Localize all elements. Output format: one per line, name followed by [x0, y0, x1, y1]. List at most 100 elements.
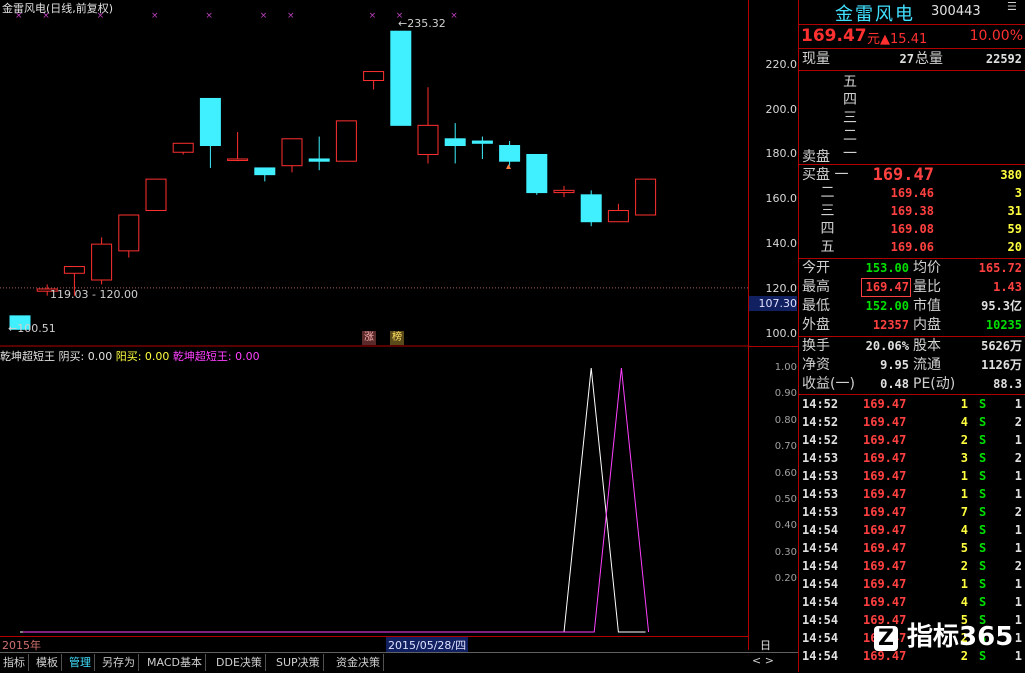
last-price: 169.47 — [801, 26, 867, 46]
tick-price: 169.47 — [863, 397, 907, 411]
tick-row: 14:54 169.47 4 S 1 — [799, 521, 1025, 539]
chevron-right-icon[interactable]: > — [765, 654, 774, 667]
stat-value: 88.3 — [993, 377, 1022, 391]
tab-5[interactable]: DDE决策 — [213, 654, 266, 671]
badge-list[interactable]: 榜 — [390, 331, 404, 345]
buy-level-price: 169.08 — [890, 222, 934, 236]
tick-row: 14:52 169.47 2 S 1 — [799, 431, 1025, 449]
tick-side: S — [979, 433, 987, 447]
price-tick-label: 220.0 — [765, 57, 798, 71]
stat-label: 内盘 — [913, 317, 941, 333]
price-tick-label: 160.0 — [765, 192, 798, 206]
buy-level-row[interactable]: 五 169.06 20 — [799, 238, 1025, 256]
current-price-tag: 107.30 — [749, 296, 797, 311]
indicator-tick-label: 1.00 — [774, 362, 797, 373]
tab-7[interactable]: 资金决策 — [333, 654, 384, 671]
badge-up[interactable]: 涨 — [362, 331, 376, 345]
tick-time: 14:54 — [802, 559, 839, 573]
candle-body — [335, 120, 357, 162]
tick-time: 14:53 — [802, 487, 839, 501]
tick-side: S — [979, 469, 987, 483]
stat-label: 外盘 — [802, 317, 830, 333]
low-label: ←100.51 — [8, 322, 56, 335]
chevron-left-icon[interactable]: < — [752, 654, 761, 667]
candle-body — [145, 178, 167, 212]
stat-value: 153.00 — [865, 261, 909, 275]
tab-6[interactable]: SUP决策 — [273, 654, 324, 671]
tick-time: 14:53 — [802, 451, 839, 465]
indicator-name: 乾坤超短王 — [0, 350, 55, 363]
buy-level-row[interactable]: 二 169.46 3 — [799, 184, 1025, 202]
tick-side: S — [979, 541, 987, 555]
tick-row: 14:53 169.47 1 S 1 — [799, 467, 1025, 485]
tick-count: 1 — [1014, 595, 1022, 609]
tick-price: 169.47 — [863, 523, 907, 537]
tick-row: 14:54 169.47 5 S 1 — [799, 539, 1025, 557]
high-label: ←235.32 — [398, 17, 446, 30]
tick-time: 14:54 — [802, 523, 839, 537]
stat-value: 5626万 — [981, 339, 1022, 353]
tick-price: 169.47 — [863, 451, 907, 465]
tick-count: 1 — [1014, 577, 1022, 591]
indicator-tick-label: 0.40 — [774, 520, 797, 532]
yang-label: 阳买: 0.00 — [115, 350, 170, 363]
tab-4[interactable]: MACD基本 — [144, 654, 206, 671]
candle-body — [227, 158, 249, 161]
tick-time: 14:53 — [802, 469, 839, 483]
tab-scroll-controls[interactable]: < > — [752, 654, 774, 667]
tick-count: 1 — [1014, 613, 1022, 627]
change-pct: 10.00% — [969, 28, 1023, 44]
buy-level-volume: 380 — [1000, 168, 1022, 182]
tab-0[interactable]: 指标 — [0, 654, 29, 671]
buy-level-label: 四 — [802, 221, 835, 237]
tab-1[interactable]: 模板 — [33, 654, 62, 671]
kline-chart[interactable]: × × × × × × × × × × 金雷风电(日线,前复权) ←235.32 ←100.51 … — [0, 0, 748, 650]
tab-3[interactable]: 另存为 — [99, 654, 139, 671]
tab-2[interactable]: 管理 — [66, 654, 95, 671]
bottom-tabs: 指标 模板 管理 另存为 MACD基本 DDE决策 SUP决策 资金决策 — [0, 652, 798, 673]
buy-level-volume: 20 — [1007, 240, 1022, 254]
sell-label: 卖盘 — [802, 149, 830, 165]
tick-row: 14:54 169.47 1 S 1 — [799, 575, 1025, 593]
sell-level-5: 五 — [843, 74, 857, 90]
buy-level-price: 169.06 — [890, 240, 934, 254]
tick-volume: 5 — [960, 541, 968, 555]
tick-time: 14:54 — [802, 613, 839, 627]
buy-level-row[interactable]: 三 169.38 31 — [799, 202, 1025, 220]
tick-price: 169.47 — [863, 415, 907, 429]
tick-volume: 4 — [960, 415, 968, 429]
indicator-legend: 乾坤超短王 阴买: 0.00 阳买: 0.00 乾坤超短王: 0.00 — [0, 348, 260, 364]
candle-body — [390, 30, 412, 126]
tick-side: S — [979, 487, 987, 501]
tick-volume: 3 — [960, 451, 968, 465]
indicator-tick-label: 0.20 — [774, 573, 797, 585]
tick-time: 14:52 — [802, 397, 839, 411]
indicator-tick-label: 0.60 — [774, 467, 797, 479]
panel-menu-icon[interactable]: ☰ — [1007, 0, 1017, 13]
tick-side: S — [979, 595, 987, 609]
zongliang-value: 22592 — [985, 52, 1022, 66]
kline-svg: × × × × × × × × × × — [0, 11, 748, 633]
tick-row: 14:54 169.47 4 S 1 — [799, 593, 1025, 611]
tick-price: 169.47 — [863, 559, 907, 573]
stat-row: 最低 152.00 市值 95.3亿 — [799, 297, 1025, 315]
logo-icon: Z — [874, 626, 898, 651]
tick-volume: 1 — [960, 577, 968, 591]
tick-count: 1 — [1014, 397, 1022, 411]
buy-level-volume: 3 — [1014, 186, 1022, 200]
xianliang-label: 现量 — [802, 51, 830, 67]
tick-row: 14:52 169.47 1 S 1 — [799, 395, 1025, 413]
tick-price: 169.47 — [863, 577, 907, 591]
tick-price: 169.47 — [863, 541, 907, 555]
tick-price: 169.47 — [863, 505, 907, 519]
stat-label: PE(动) — [913, 376, 956, 392]
tick-time: 14:54 — [802, 631, 839, 645]
tick-time: 14:54 — [802, 649, 839, 663]
buy-level-row[interactable]: 买盘 一 169.47 380 — [799, 166, 1025, 184]
stats-block-2: 换手 20.06% 股本 5626万 净资 9.95 流通 1126万 收益(一) 0.48 PE(… — [799, 337, 1025, 393]
tick-volume: 4 — [960, 523, 968, 537]
stat-value: 12357 — [872, 318, 909, 332]
buy-level-label: 二 — [802, 185, 835, 201]
buy-level-row[interactable]: 四 169.08 59 — [799, 220, 1025, 238]
tick-price: 169.47 — [863, 595, 907, 609]
